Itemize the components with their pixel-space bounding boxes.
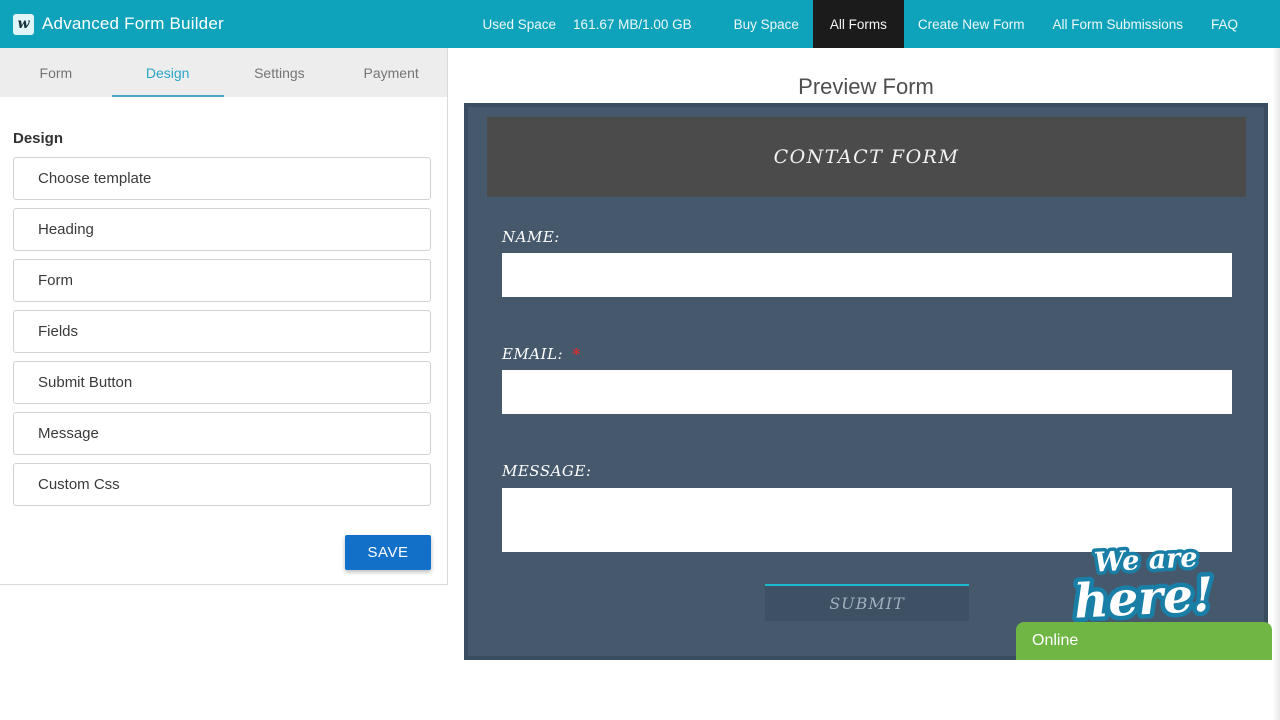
form-header: CONTACT FORM bbox=[487, 117, 1246, 197]
topbar-menu: Used Space 161.67 MB/1.00 GB Buy Space A… bbox=[483, 0, 1280, 48]
accordion-item-form[interactable]: Form bbox=[13, 259, 431, 302]
used-space-value: 161.67 MB/1.00 GB bbox=[573, 16, 692, 32]
email-input[interactable] bbox=[502, 370, 1232, 414]
name-field-label: NAME: bbox=[502, 228, 1232, 246]
tab-form[interactable]: Form bbox=[0, 48, 112, 97]
save-row: SAVE bbox=[0, 535, 431, 570]
we-are-here-sticker: We are here! bbox=[1068, 539, 1219, 634]
nav-all-form-submissions[interactable]: All Form Submissions bbox=[1038, 0, 1197, 48]
name-input[interactable] bbox=[502, 253, 1232, 297]
accordion-item-heading[interactable]: Heading bbox=[13, 208, 431, 251]
sticker-line2: here! bbox=[1073, 567, 1215, 629]
builder-panel: Form Design Settings Payment Design Choo… bbox=[0, 48, 448, 585]
used-space-label: Used Space bbox=[482, 16, 557, 32]
form-heading-text: CONTACT FORM bbox=[773, 146, 960, 168]
email-label-text: EMAIL: bbox=[502, 345, 564, 363]
nav-faq[interactable]: FAQ bbox=[1197, 0, 1252, 48]
message-field-label: MESSAGE: bbox=[502, 462, 1232, 480]
accordion-item-message[interactable]: Message bbox=[13, 412, 431, 455]
page-scrollbar-track[interactable] bbox=[1272, 48, 1280, 720]
design-accordion: Choose template Heading Form Fields Subm… bbox=[13, 157, 431, 506]
submit-button[interactable]: SUBMIT bbox=[765, 584, 969, 621]
design-section-title: Design bbox=[13, 130, 64, 147]
topbar: w Advanced Form Builder Used Space 161.6… bbox=[0, 0, 1280, 48]
builder-tabs: Form Design Settings Payment bbox=[0, 48, 447, 97]
chat-online-bar[interactable]: Online bbox=[1016, 622, 1272, 660]
name-label-text: NAME: bbox=[502, 228, 560, 246]
accordion-item-submit-button[interactable]: Submit Button bbox=[13, 361, 431, 404]
used-space-stats: Used Space 161.67 MB/1.00 GB bbox=[483, 17, 692, 32]
accordion-item-fields[interactable]: Fields bbox=[13, 310, 431, 353]
accordion-item-custom-css[interactable]: Custom Css bbox=[13, 463, 431, 506]
nav-all-forms[interactable]: All Forms bbox=[812, 0, 904, 48]
tab-settings[interactable]: Settings bbox=[224, 48, 336, 97]
app-title: Advanced Form Builder bbox=[42, 14, 224, 33]
save-button[interactable]: SAVE bbox=[345, 535, 431, 570]
online-status-label: Online bbox=[1032, 632, 1079, 649]
nav-buy-space[interactable]: Buy Space bbox=[720, 0, 813, 48]
tab-payment[interactable]: Payment bbox=[335, 48, 447, 97]
message-label-text: MESSAGE: bbox=[502, 462, 592, 480]
required-asterisk: * bbox=[572, 345, 581, 363]
accordion-item-choose-template[interactable]: Choose template bbox=[13, 157, 431, 200]
app-logo-letter: w bbox=[17, 16, 30, 32]
email-field-label: EMAIL: * bbox=[502, 345, 1232, 363]
tab-design[interactable]: Design bbox=[112, 48, 224, 97]
nav-create-new-form[interactable]: Create New Form bbox=[904, 0, 1039, 48]
app-logo-icon: w bbox=[13, 13, 34, 35]
preview-title: Preview Form bbox=[798, 74, 934, 99]
